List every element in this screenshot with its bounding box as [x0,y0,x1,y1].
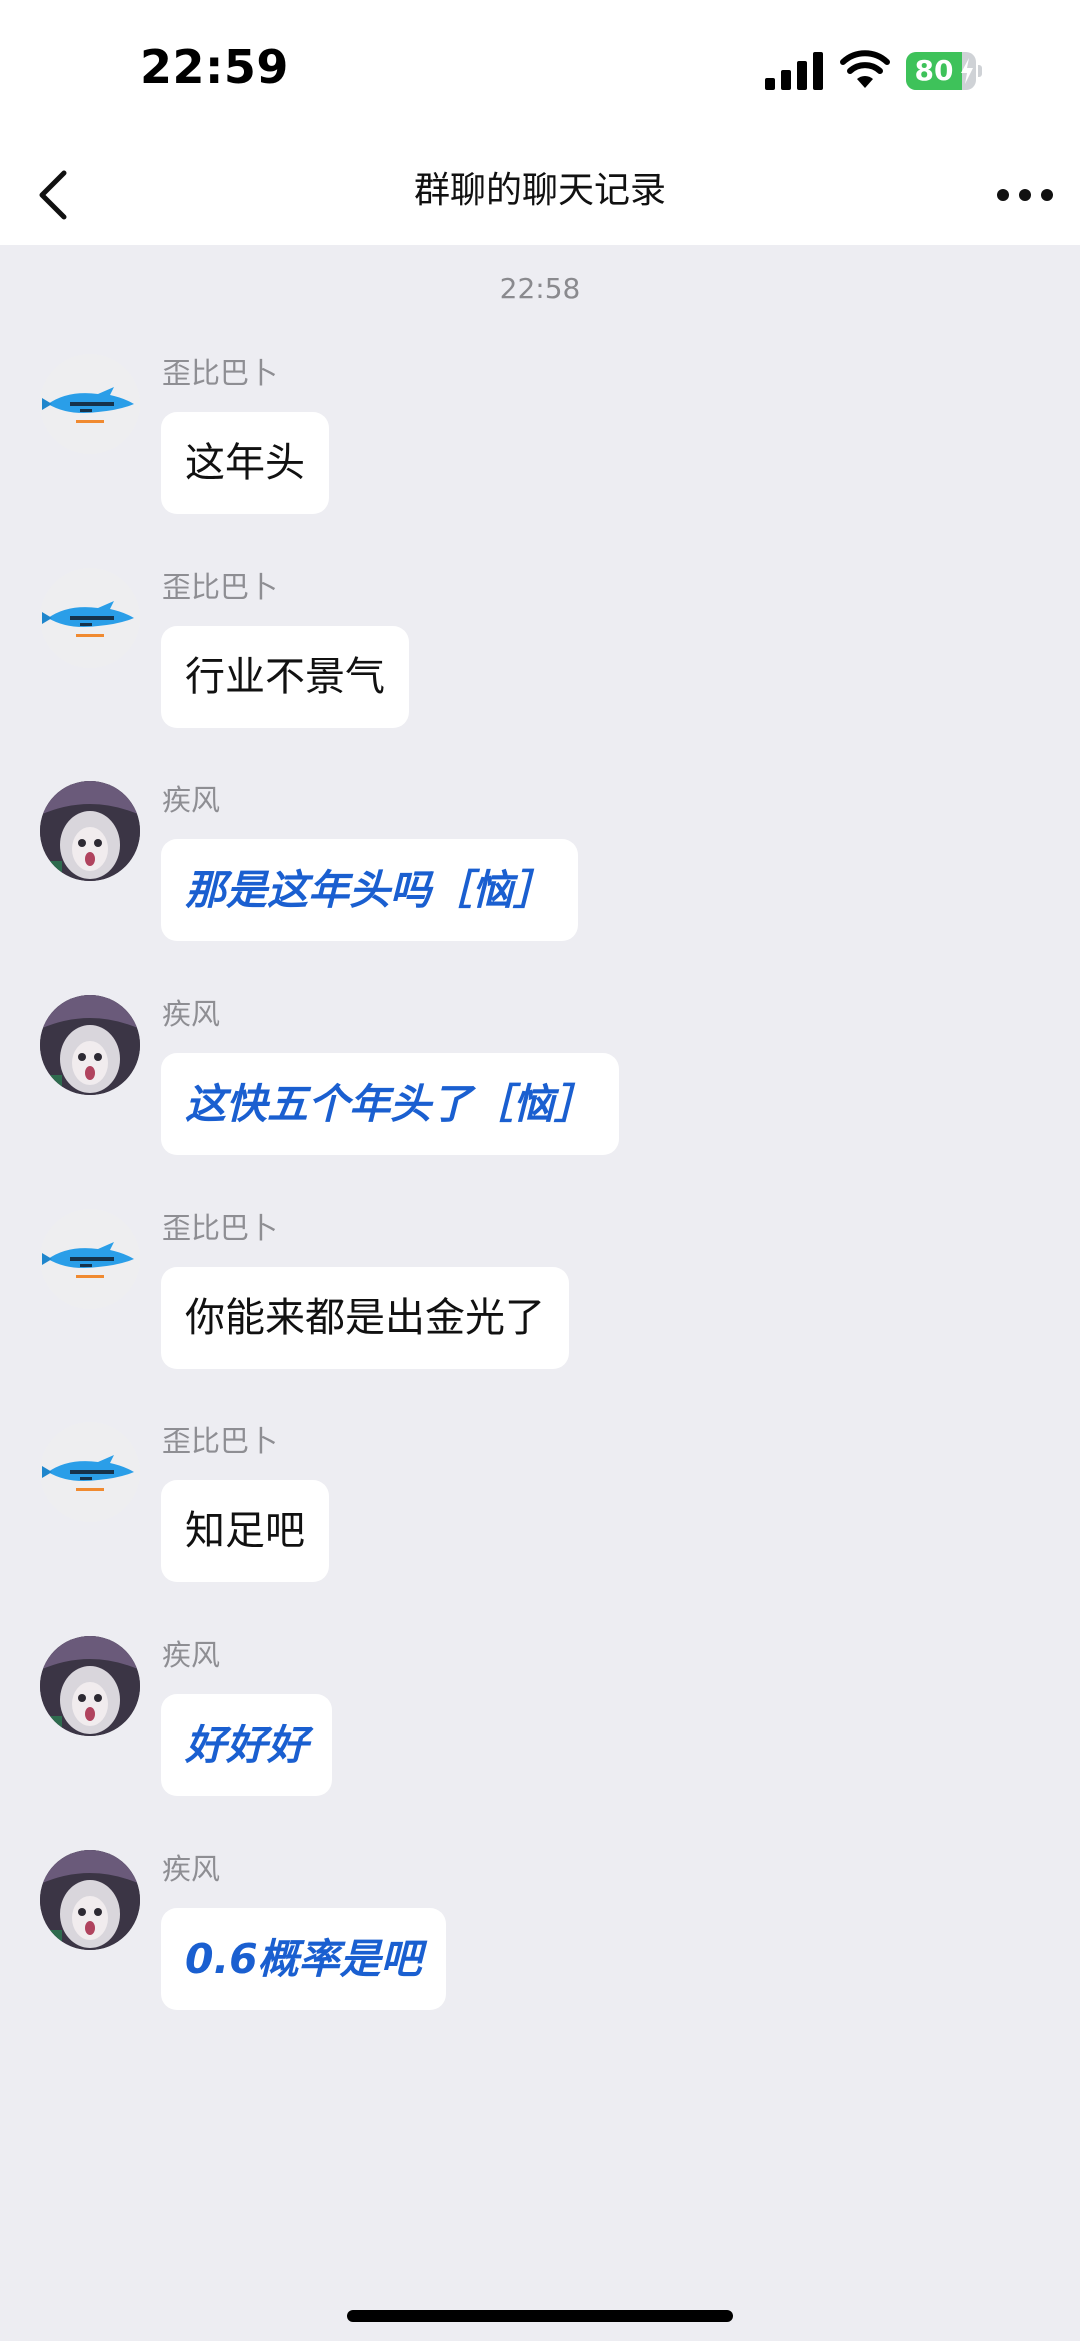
girl-avatar-icon [40,781,140,881]
navigation-bar: 群聊的聊天记录 [0,145,1080,245]
message-item: 疾风 那是这年头吗［恼］ [0,781,1080,951]
message-bubble[interactable]: 0.6概率是吧 [161,1908,446,2010]
avatar[interactable] [40,1422,140,1522]
sender-name: 歪比巴卜 [162,570,279,604]
battery-level: 80 [914,54,954,87]
avatar[interactable] [40,1850,140,1950]
page-title: 群聊的聊天记录 [413,170,666,211]
status-bar: 22:59 80 [0,0,1080,145]
cellular-signal-icon [765,52,823,90]
back-button[interactable] [30,163,90,227]
avatar[interactable] [40,1209,140,1309]
girl-avatar-icon [40,995,140,1095]
sender-name: 歪比巴卜 [162,1211,279,1245]
more-dots-icon [997,189,1053,201]
sender-name: 疾风 [162,783,221,817]
avatar[interactable] [40,354,140,454]
chat-timestamp: 22:58 [499,272,581,305]
fish-avatar-icon [42,387,134,423]
fish-avatar-icon [42,601,134,637]
message-bubble[interactable]: 行业不景气 [161,626,409,728]
sender-name: 歪比巴卜 [162,356,279,390]
message-item: 歪比巴卜 知足吧 [0,1422,1080,1592]
wifi-icon [840,50,890,88]
message-item: 疾风 0.6概率是吧 [0,1850,1080,2020]
message-item: 疾风 好好好 [0,1636,1080,1806]
message-bubble[interactable]: 这快五个年头了［恼］ [161,1053,619,1155]
sender-name: 疾风 [162,997,221,1031]
avatar[interactable] [40,995,140,1095]
message-bubble[interactable]: 知足吧 [161,1480,329,1582]
message-bubble[interactable]: 这年头 [161,412,329,514]
message-bubble[interactable]: 你能来都是出金光了 [161,1267,569,1369]
sender-name: 疾风 [162,1638,221,1672]
avatar[interactable] [40,781,140,881]
fish-avatar-icon [42,1455,134,1491]
sender-name: 疾风 [162,1852,221,1886]
avatar[interactable] [40,1636,140,1736]
message-item: 歪比巴卜 行业不景气 [0,568,1080,738]
status-time: 22:59 [140,40,289,94]
home-indicator[interactable] [347,2310,733,2322]
battery-indicator: 80 [906,52,982,90]
more-button[interactable] [990,175,1060,215]
message-item: 歪比巴卜 你能来都是出金光了 [0,1209,1080,1379]
message-bubble[interactable]: 那是这年头吗［恼］ [161,839,578,941]
fish-avatar-icon [42,1242,134,1278]
message-item: 歪比巴卜 这年头 [0,354,1080,524]
girl-avatar-icon [40,1850,140,1950]
girl-avatar-icon [40,1636,140,1736]
message-bubble[interactable]: 好好好 [161,1694,332,1796]
charging-bolt-icon [961,58,973,84]
sender-name: 歪比巴卜 [162,1424,279,1458]
avatar[interactable] [40,568,140,668]
chevron-left-icon [39,170,67,220]
message-item: 疾风 这快五个年头了［恼］ [0,995,1080,1165]
